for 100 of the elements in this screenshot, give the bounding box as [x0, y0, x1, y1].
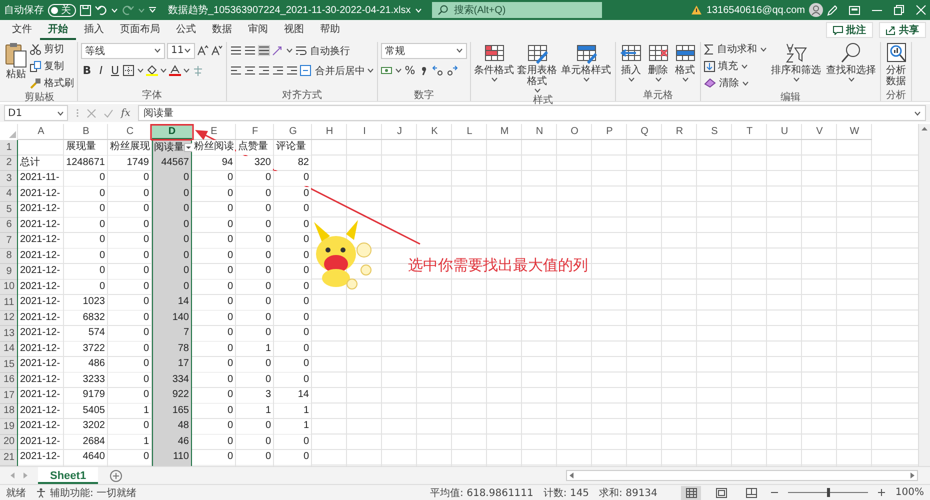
scroll-up-icon[interactable] [921, 126, 928, 131]
caret-icon[interactable] [682, 77, 688, 82]
fill-color-icon[interactable] [146, 65, 158, 76]
column-header[interactable]: T [732, 124, 767, 140]
caret-icon[interactable] [160, 68, 167, 73]
caret-icon[interactable] [742, 80, 749, 86]
font-style-button[interactable]: U [109, 64, 121, 77]
sheet-tab[interactable]: Sheet1 [38, 467, 98, 484]
row-header[interactable]: 3 [0, 171, 18, 186]
column-header[interactable]: K [417, 124, 452, 140]
row-header[interactable]: 19 [0, 419, 18, 434]
cell-style-icon[interactable] [574, 42, 598, 64]
row-header[interactable]: 5 [0, 202, 18, 218]
column-header[interactable]: S [697, 124, 732, 140]
caret-icon[interactable] [395, 68, 402, 73]
ribbon-button[interactable]: 复制 [30, 59, 74, 73]
caret-icon[interactable] [137, 68, 144, 73]
search-field[interactable]: 搜索(Alt+Q) [432, 2, 602, 18]
caret-icon[interactable] [792, 77, 800, 82]
format-cells-icon[interactable] [674, 42, 696, 64]
accessibility-status[interactable]: 辅助功能: 一切就绪 [50, 486, 137, 500]
column-header[interactable]: J [382, 124, 417, 140]
caret-icon[interactable] [582, 77, 590, 82]
ribbon-button[interactable]: 套用表格格式 [517, 42, 557, 93]
font-grow-icon[interactable] [197, 45, 209, 56]
row-header[interactable]: 8 [0, 248, 18, 264]
ribbon-tab[interactable]: 文件 [4, 20, 40, 40]
formula-input[interactable]: 阅读量 [138, 105, 926, 121]
ribbon-button[interactable]: 填充 [704, 59, 767, 73]
column-header[interactable]: C [108, 124, 152, 140]
delete-cells-icon[interactable] [646, 42, 670, 64]
row-header[interactable]: 9 [0, 264, 18, 280]
row-header[interactable]: 16 [0, 372, 18, 388]
align-left-icon[interactable] [230, 65, 242, 76]
decrease-decimal-icon[interactable] [446, 65, 458, 76]
conditional-format-icon[interactable] [482, 42, 506, 64]
caret-icon[interactable] [456, 48, 463, 53]
scroll-right-icon[interactable] [910, 472, 915, 479]
column-header[interactable]: B [64, 124, 108, 140]
horizontal-scrollbar[interactable] [566, 470, 918, 481]
font-size-select[interactable]: 11 [167, 42, 195, 58]
increase-decimal-icon[interactable] [432, 65, 444, 76]
restore-icon[interactable] [894, 5, 904, 15]
align-top-icon[interactable] [230, 45, 242, 56]
row-header[interactable]: 14 [0, 342, 18, 357]
name-box[interactable]: D1 [4, 105, 68, 121]
align-bottom-icon[interactable] [258, 45, 270, 56]
row-header[interactable]: 7 [0, 233, 18, 248]
customize-icon[interactable] [149, 7, 156, 13]
add-sheet-icon[interactable] [110, 470, 122, 482]
row-header[interactable]: 15 [0, 357, 18, 372]
align-middle-icon[interactable] [244, 45, 256, 56]
row-header[interactable]: 1 [0, 140, 18, 156]
ribbon-tab[interactable]: 视图 [276, 20, 312, 40]
column-header[interactable]: N [522, 124, 557, 140]
caret-icon[interactable] [741, 64, 748, 68]
ribbon-button[interactable]: 格式 [673, 42, 697, 82]
row-header[interactable]: 11 [0, 295, 18, 310]
caret-icon[interactable] [57, 110, 64, 116]
ribbon-tab[interactable]: 审阅 [240, 20, 276, 40]
filter-dropdown-icon[interactable] [184, 143, 193, 152]
ribbon-button[interactable]: 单元格样式 [560, 42, 612, 82]
column-header[interactable]: F [236, 124, 274, 140]
caret-icon[interactable] [490, 77, 498, 82]
search-icon[interactable] [840, 42, 862, 64]
wrap-text-button[interactable]: 自动换行 [295, 44, 350, 58]
ribbon-tab[interactable]: 帮助 [312, 20, 348, 40]
align-center-icon[interactable] [244, 65, 256, 76]
zoom-in-icon[interactable] [878, 489, 886, 496]
paste-icon[interactable] [5, 42, 27, 68]
column-header[interactable]: H [312, 124, 347, 140]
caret-icon[interactable] [367, 68, 374, 73]
orientation-icon[interactable] [272, 45, 284, 56]
ribbon-button[interactable]: 自动求和 [704, 42, 767, 56]
row-header[interactable]: 18 [0, 404, 18, 419]
caret-icon[interactable] [654, 77, 662, 82]
font-select[interactable]: 等线 [81, 42, 165, 58]
caret-icon[interactable] [154, 48, 161, 53]
row-header[interactable]: 21 [0, 450, 18, 466]
autosave-toggle[interactable]: 关 [48, 4, 76, 16]
caret-icon[interactable] [760, 46, 767, 52]
share-button[interactable]: 共享 [879, 22, 926, 38]
ribbon-tab[interactable]: 插入 [76, 20, 112, 40]
column-header[interactable]: I [347, 124, 382, 140]
column-header[interactable]: U [767, 124, 802, 140]
row-header[interactable]: 4 [0, 186, 18, 202]
font-style-button[interactable]: I [95, 64, 107, 77]
column-header[interactable]: G [274, 124, 312, 140]
analyze-data-icon[interactable] [884, 42, 908, 64]
scroll-left-icon[interactable] [569, 472, 574, 479]
row-header[interactable]: 12 [0, 310, 18, 326]
comments-button[interactable]: 批注 [826, 22, 873, 38]
column-header[interactable]: M [487, 124, 522, 140]
merge-center-button[interactable]: 合并后居中 [300, 64, 365, 78]
table-format-icon[interactable] [526, 42, 548, 64]
column-header[interactable]: L [452, 124, 487, 140]
column-header[interactable]: V [802, 124, 837, 140]
caret-icon[interactable] [628, 77, 634, 82]
pen-icon[interactable] [827, 4, 837, 16]
undo-icon[interactable] [95, 5, 107, 15]
